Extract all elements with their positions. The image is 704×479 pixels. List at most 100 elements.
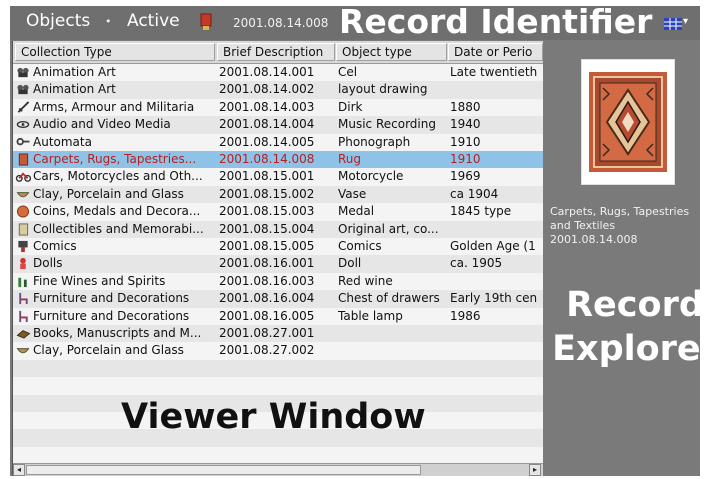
key-icon: [16, 137, 30, 145]
table-row[interactable]: Arms, Armour and Militaria 2001.08.14.003…: [13, 98, 543, 117]
comic-icon: [18, 240, 28, 253]
cell-date: 1910: [450, 134, 481, 149]
table-row[interactable]: Animation Art 2001.08.14.001 Cel Late twent…: [13, 64, 543, 82]
cell-brief-description: 2001.08.15.005: [219, 239, 315, 253]
view-grid-icon[interactable]: [664, 18, 682, 30]
view-dropdown-arrow[interactable]: ▾: [683, 16, 688, 27]
record-identifier-callout: Record Identifier: [339, 6, 653, 41]
table-row[interactable]: Furniture and Decorations 2001.08.16.005 T…: [13, 307, 543, 325]
cell-collection-type: Clay, Porcelain and Glass: [33, 343, 184, 358]
cell-date: ca 1904: [450, 186, 499, 201]
cell-brief-description: 2001.08.14.001: [219, 65, 315, 79]
cell-brief-description: 2001.08.14.008: [219, 152, 315, 166]
film-camera-icon: [17, 85, 29, 95]
book-icon: [16, 330, 31, 339]
cell-object-type: Medal: [338, 204, 375, 219]
coin-icon: [16, 205, 30, 218]
wine-icon: [18, 277, 27, 287]
table-row[interactable]: Books, Manuscripts and M... 2001.08.27.00…: [13, 325, 543, 343]
current-record-id: 2001.08.14.008: [233, 16, 329, 30]
cell-collection-type: Arms, Armour and Militaria: [33, 99, 195, 114]
cell-date: 1880: [450, 99, 481, 114]
cell-object-type: Dirk: [338, 99, 363, 114]
cell-object-type: Red wine: [338, 273, 393, 288]
cell-collection-type: Audio and Video Media: [33, 117, 171, 132]
table-row[interactable]: Clay, Porcelain and Glass 2001.08.15.002 V…: [13, 185, 543, 204]
viewer-window-callout: Viewer Window: [121, 397, 426, 437]
cell-collection-type: Clay, Porcelain and Glass: [33, 186, 184, 201]
table-row[interactable]: Furniture and Decorations 2001.08.16.004 C…: [13, 290, 543, 308]
cell-brief-description: 2001.08.27.001: [219, 326, 315, 340]
cell-collection-type: Books, Manuscripts and M...: [33, 326, 202, 340]
bowl-icon: [16, 191, 30, 198]
cell-brief-description: 2001.08.16.003: [219, 273, 315, 288]
cell-date: 1969: [450, 169, 481, 184]
table-row[interactable]: Dolls 2001.08.16.001 Doll ca. 1905: [13, 255, 543, 273]
separator-dot: •: [105, 15, 112, 28]
cell-date: Golden Age (1: [450, 239, 536, 253]
table-row[interactable]: Carpets, Rugs, Tapestries... 2001.08.14.0…: [13, 151, 543, 169]
cell-object-type: Phonograph: [338, 134, 411, 149]
record-thumbnail[interactable]: [581, 59, 675, 185]
cell-object-type: layout drawing: [338, 82, 428, 97]
cell-object-type: Doll: [338, 256, 362, 271]
cell-collection-type: Collectibles and Memorabi...: [33, 221, 204, 236]
scroll-thumb[interactable]: [26, 465, 421, 475]
record-icon[interactable]: [199, 13, 213, 31]
motorcycle-icon: [15, 172, 31, 183]
table-row[interactable]: Audio and Video Media 2001.08.14.004 Music…: [13, 116, 543, 134]
record-explorer-callout: Record Explorer: [552, 285, 700, 369]
table-row[interactable]: Cars, Motorcycles and Oth... 2001.08.15.0…: [13, 168, 543, 186]
chair-icon: [19, 310, 28, 322]
empty-row: [13, 359, 543, 378]
cell-collection-type: Animation Art: [33, 82, 116, 97]
cell-collection-type: Fine Wines and Spirits: [33, 273, 166, 288]
card-icon: [18, 223, 29, 236]
column-header-object-type[interactable]: Object type: [336, 43, 447, 61]
cell-object-type: Motorcycle: [338, 169, 404, 184]
table-row[interactable]: Comics 2001.08.15.005 Comics Golden Age (1: [13, 238, 543, 256]
cell-collection-type: Furniture and Decorations: [33, 308, 190, 323]
cell-collection-type: Cars, Motorcycles and Oth...: [33, 169, 203, 184]
cell-collection-type: Automata: [33, 134, 92, 149]
column-header-date[interactable]: Date or Perio: [448, 43, 543, 61]
cell-brief-description: 2001.08.15.002: [219, 186, 315, 201]
cell-object-type: Music Recording: [338, 117, 436, 132]
horizontal-scrollbar[interactable]: ◂ ▸: [13, 463, 543, 476]
table-row[interactable]: Animation Art 2001.08.14.002 layout drawin…: [13, 81, 543, 99]
table-row[interactable]: Automata 2001.08.14.005 Phonograph 1910: [13, 133, 543, 151]
viewer-window: Collection Type Brief Description Object…: [12, 41, 543, 476]
cell-object-type: Cel: [338, 65, 358, 79]
cell-brief-description: 2001.08.27.002: [219, 343, 315, 358]
rug-icon: [18, 153, 29, 166]
title-bar: Objects • Active 2001.08.14.008 Record I…: [10, 6, 700, 41]
objects-menu[interactable]: Objects: [26, 11, 90, 31]
cell-date: Early 19th cen: [450, 291, 538, 306]
record-explorer: Carpets, Rugs, Tapestries and Textiles 2…: [545, 41, 700, 476]
table-row[interactable]: Fine Wines and Spirits 2001.08.16.003 Red …: [13, 272, 543, 291]
column-header-brief-description[interactable]: Brief Description: [217, 43, 335, 61]
table-row[interactable]: Clay, Porcelain and Glass 2001.08.27.002: [13, 342, 543, 360]
cell-date: 1940: [450, 117, 481, 132]
cell-object-type: Rug: [338, 152, 362, 166]
cell-date: 1986: [450, 308, 481, 323]
active-filter[interactable]: Active: [127, 11, 180, 31]
cell-date: 1910: [450, 152, 481, 166]
scroll-left-button[interactable]: ◂: [13, 464, 25, 476]
cell-collection-type: Animation Art: [33, 65, 116, 79]
record-id-label: 2001.08.14.008: [550, 233, 638, 246]
cell-brief-description: 2001.08.14.003: [219, 99, 315, 114]
cell-collection-type: Comics: [33, 239, 77, 253]
cell-brief-description: 2001.08.15.004: [219, 221, 315, 236]
cell-collection-type: Coins, Medals and Decora...: [33, 204, 201, 219]
table-row[interactable]: Coins, Medals and Decora... 2001.08.15.00…: [13, 203, 543, 221]
table-row[interactable]: Collectibles and Memorabi... 2001.08.15.0…: [13, 220, 543, 238]
record-title: Carpets, Rugs, Tapestries and Textiles: [550, 205, 690, 232]
cell-object-type: Original art, co...: [338, 221, 439, 236]
cell-object-type: Chest of drawers: [338, 291, 440, 306]
cell-date: 1845 type: [450, 204, 512, 219]
doll-icon: [20, 258, 26, 270]
audio-icon: [16, 121, 30, 129]
scroll-right-button[interactable]: ▸: [529, 464, 541, 476]
column-header-collection-type[interactable]: Collection Type: [15, 43, 215, 61]
